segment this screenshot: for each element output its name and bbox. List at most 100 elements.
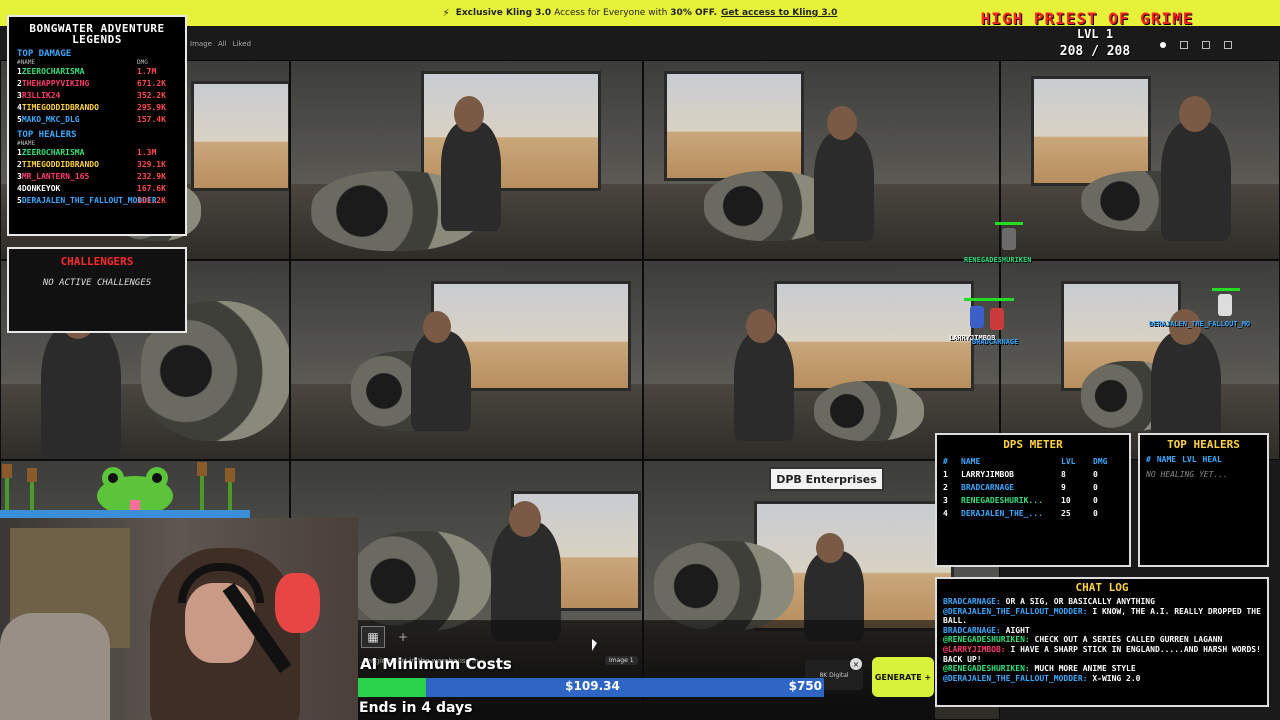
goal-current: $109.34: [565, 679, 620, 693]
dps-meter-panel: DPS METER # NAME LVL DMG 1 LARRYJIMBOB 8 0 2 BRA…: [935, 433, 1131, 567]
top-healers-label: TOP HEALERS: [17, 130, 77, 140]
generate-button[interactable]: GENERATE +: [872, 657, 934, 697]
top-healers-panel: TOP HEALERS # NAME LVL HEAL NO HEALING YET.…: [1138, 433, 1269, 567]
chat-text: AIGHT: [1005, 625, 1030, 635]
larry-sprite: [970, 306, 984, 328]
dps-lvl: 25: [1061, 509, 1071, 518]
derajalen-sprite: [1218, 294, 1232, 316]
name-cell: 2TIMEGODDIDBRANDO: [17, 159, 137, 171]
promo-discount: 30% OFF.: [670, 8, 718, 18]
player-name: MAKO_MKC_DLG: [21, 115, 80, 124]
legends-panel: BONGWATER ADVENTURE LEGENDS TOP DAMAGE #…: [7, 15, 187, 236]
player-value: 157.4K: [137, 115, 166, 124]
chat-user: @RENEGADESHURIKEN:: [943, 635, 1030, 645]
list-view-icon[interactable]: [1202, 41, 1210, 49]
dps-row: 3 RENEGADESHURIK... 10 0: [937, 494, 1129, 507]
renegade-sprite: [1002, 228, 1016, 250]
brad-sprite: [990, 308, 1004, 330]
goal-progress-fill: [358, 678, 427, 697]
record-dot-icon[interactable]: [1160, 42, 1166, 48]
chat-user: BRADCARNAGE:: [943, 625, 1001, 635]
dps-rank: 4: [943, 509, 948, 518]
grid-image-7[interactable]: [643, 260, 1000, 460]
damage-row: 1ZEEROCHARISMA 1.7M: [9, 66, 185, 78]
close-icon[interactable]: ×: [850, 658, 862, 670]
dps-dmg: 0: [1093, 470, 1098, 479]
dps-dmg: 0: [1093, 483, 1098, 492]
dps-dmg: 0: [1093, 496, 1098, 505]
dps-rank: 1: [943, 470, 948, 479]
dps-lvl: 8: [1061, 470, 1066, 479]
player-name: THEHAPPYVIKING: [21, 79, 90, 88]
grid-image-2[interactable]: [290, 60, 643, 260]
healers-header: #NAME: [17, 140, 36, 147]
chat-log-panel: CHAT LOG BRADCARNAGE: OR A SIG, OR BASIC…: [935, 577, 1269, 707]
stream-screen: ⚡ Exclusive Kling 3.0 Access for Everyon…: [0, 0, 1280, 720]
player-name: MR_LANTERN_165: [21, 172, 90, 181]
damage-row: 4TIMEGODDIDBRANDO 295.9K: [9, 102, 185, 114]
mouse-cursor-icon: [592, 639, 597, 651]
image-thumb-icon[interactable]: ▦: [361, 626, 385, 648]
boss-level: LVL 1: [1076, 27, 1114, 41]
promo-prefix: Exclusive Kling 3.0: [455, 8, 552, 18]
image-chip[interactable]: Image 1: [605, 656, 638, 665]
chat-text: CHECK OUT A SERIES CALLED GURREN LAGANN: [1034, 635, 1223, 645]
damage-row: 3R3LLIK24 352.2K: [9, 90, 185, 102]
name-cell: 1ZEEROCHARISMA: [17, 147, 137, 159]
derajalen-hpbar: [1212, 288, 1240, 291]
boss-hp: 208 / 208: [1059, 44, 1131, 59]
healer-row: 2TIMEGODDIDBRANDO 329.1K: [9, 159, 185, 171]
layout-icon[interactable]: [1224, 41, 1232, 49]
dps-name: LARRYJIMBOB: [961, 470, 1014, 479]
goal-ends: Ends in 4 days: [359, 700, 473, 716]
dps-name: RENEGADESHURIK...: [961, 496, 1043, 505]
crumb-liked[interactable]: Liked: [233, 40, 251, 48]
challengers-title: CHALLENGERS: [60, 255, 134, 268]
challengers-panel: CHALLENGERS NO ACTIVE CHALLENGES: [7, 247, 187, 333]
promo-cta-link[interactable]: Get access to Kling 3.0: [721, 8, 837, 18]
chat-text: MUCH MORE ANIME STYLE: [1034, 664, 1136, 674]
crumb-all[interactable]: All: [218, 40, 227, 48]
legends-title: BONGWATER ADVENTURE LEGENDS: [29, 22, 165, 46]
player-name: ZEEROCHARISMA: [21, 67, 85, 76]
name-cell: 1ZEEROCHARISMA: [17, 66, 137, 78]
chat-user: @RENEGADESHURIKEN:: [943, 664, 1030, 674]
chat-line: BRADCARNAGE: OR A SIG, OR BASICALLY ANYT…: [943, 597, 1261, 607]
name-cell: 3MR_LANTERN_165: [17, 171, 137, 183]
chat-user: @DERAJALEN_THE_FALLOUT_MODDER:: [943, 606, 1088, 616]
damage-row: 5MAKO_MKC_DLG 157.4K: [9, 114, 185, 126]
player-value: 232.9K: [137, 172, 166, 181]
chat-line: @RENEGADESHURIKEN: CHECK OUT A SERIES CA…: [943, 635, 1261, 645]
grid-view-icon[interactable]: [1180, 41, 1188, 49]
grid-image-6[interactable]: [290, 260, 643, 460]
nametag-derajalen: DERAJALEN_THE_FALLOUT_MO: [1149, 320, 1251, 328]
boss-title: HIGH PRIEST OF GRIME: [980, 9, 1194, 28]
healers-panel-title: TOP HEALERS: [1167, 438, 1240, 451]
chat-text: OR A SIG, OR BASICALLY ANYTHING: [1005, 597, 1155, 606]
goal-title: AI Minimum Costs: [360, 655, 512, 673]
chat-line: @DERAJALEN_THE_FALLOUT_MODDER: I KNOW, T…: [943, 607, 1261, 626]
crumb-image[interactable]: Image: [190, 40, 212, 48]
grid-image-4[interactable]: [1000, 60, 1280, 260]
name-cell: 5DERAJALEN_THE_FALLOUT_MODDER: [17, 195, 157, 207]
chat-line: @RENEGADESHURIKEN: MUCH MORE ANIME STYLE: [943, 664, 1261, 674]
damage-header: #NAME DMG: [17, 59, 148, 66]
dpb-sign: DPB Enterprises: [769, 467, 884, 491]
app-toolbar: [1160, 36, 1280, 54]
dps-name: BRADCARNAGE: [961, 483, 1014, 492]
player-name: TIMEGODDIDBRANDO: [21, 160, 99, 169]
player-value: 295.9K: [137, 103, 166, 112]
chat-line: @DERAJALEN_THE_FALLOUT_MODDER: X-WING 2.…: [943, 674, 1261, 684]
frog-pixel-art: [0, 458, 250, 520]
grid-image-3[interactable]: [643, 60, 1000, 260]
breadcrumb: Image All Liked: [190, 40, 251, 48]
dps-lvl: 9: [1061, 483, 1066, 492]
add-image-icon[interactable]: +: [398, 630, 408, 644]
chat-text: X-WING 2.0: [1092, 673, 1141, 683]
name-cell: 4DONKEYOK: [17, 183, 137, 195]
webcam-feed: [0, 518, 358, 720]
damage-row: 2THEHAPPYVIKING 671.2K: [9, 78, 185, 90]
name-cell: 2THEHAPPYVIKING: [17, 78, 137, 90]
dps-title: DPS METER: [1003, 438, 1063, 451]
larry-hpbar: [964, 298, 1014, 301]
